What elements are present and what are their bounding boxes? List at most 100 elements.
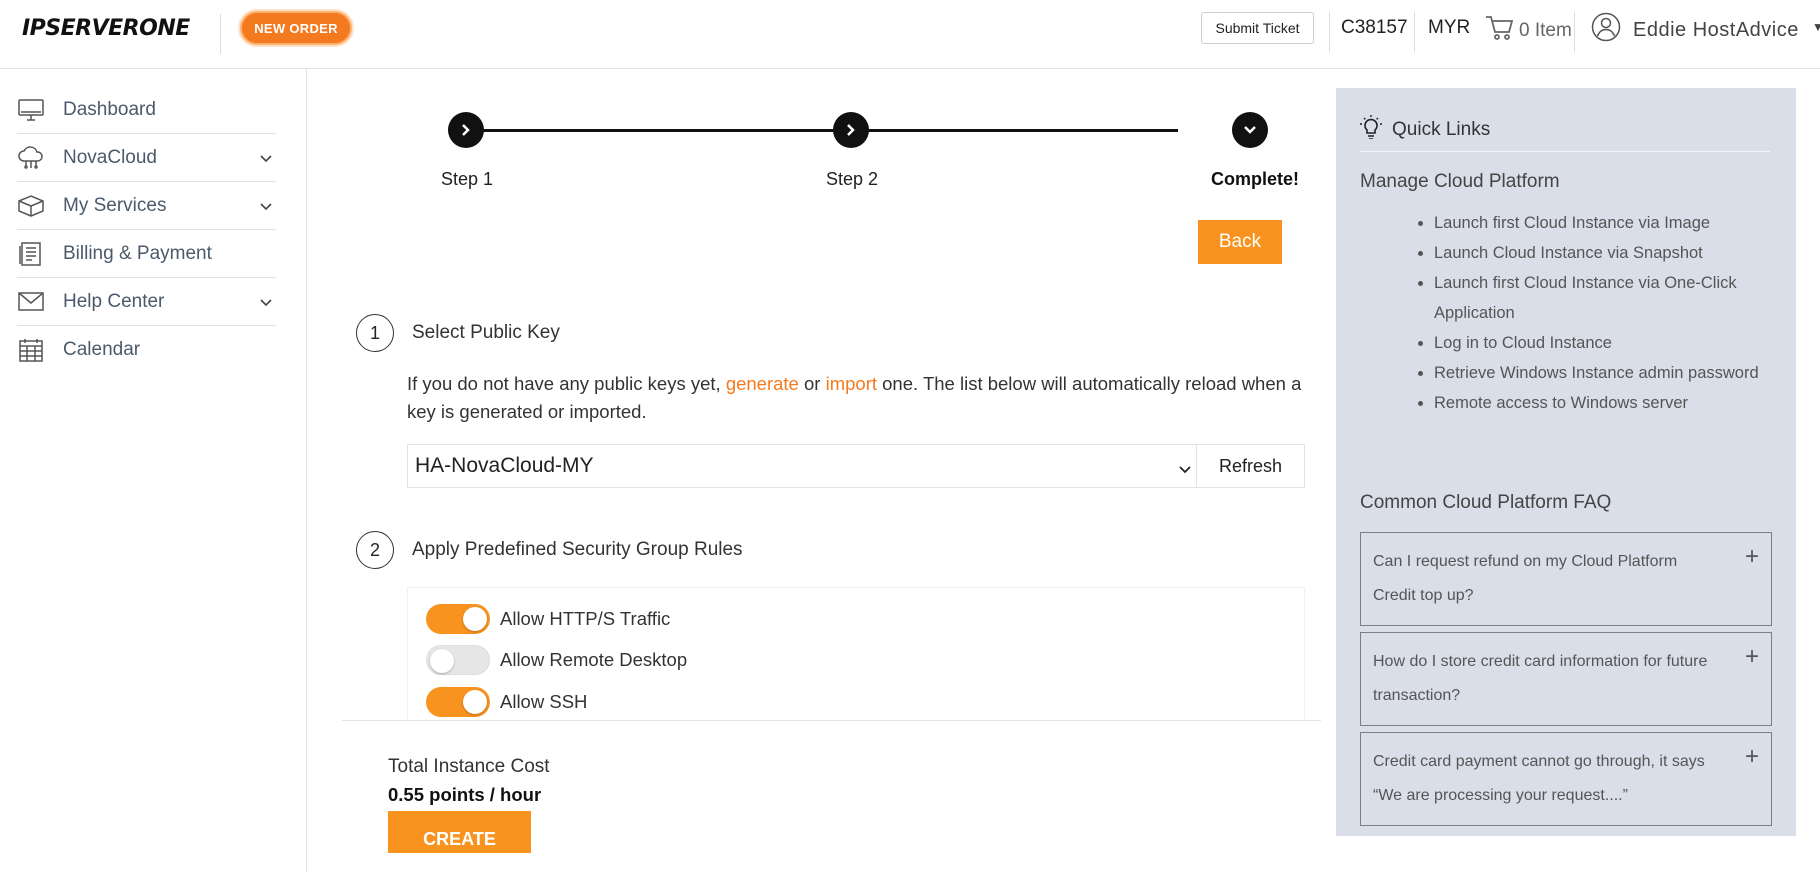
cloud-icon (17, 145, 45, 170)
quick-link-item[interactable]: Retrieve Windows Instance admin password (1434, 358, 1764, 388)
submit-ticket-button[interactable]: Submit Ticket (1201, 12, 1314, 44)
quick-link-item[interactable]: Launch Cloud Instance via Snapshot (1434, 238, 1764, 268)
rule-label: Allow Remote Desktop (500, 649, 688, 670)
chevron-right-icon (462, 124, 470, 136)
manage-cloud-heading: Manage Cloud Platform (1360, 171, 1560, 192)
step-2-label: Step 2 (826, 169, 879, 189)
sidebar-item-calendar[interactable]: Calendar (17, 326, 276, 374)
import-link[interactable]: import (826, 373, 877, 394)
quick-links-header: Quick Links (1360, 108, 1770, 152)
sidebar-item-help-center[interactable]: Help Center (17, 278, 276, 326)
cart-count: 0 Item (1519, 20, 1572, 41)
section-title: Apply Predefined Security Group Rules (412, 539, 743, 560)
section-number: 2 (356, 531, 394, 569)
rule-label: Allow SSH (500, 691, 588, 712)
plus-icon[interactable]: + (1745, 645, 1759, 669)
header-divider (1574, 12, 1575, 52)
chevron-down-icon[interactable] (260, 198, 272, 216)
top-bar: IPSERVERONE NEW ORDER Submit Ticket C381… (0, 0, 1820, 69)
lightbulb-icon (1360, 114, 1382, 145)
header-divider (1414, 12, 1415, 52)
faq-item[interactable]: Credit card payment cannot go through, i… (1360, 732, 1772, 826)
section-number: 1 (356, 314, 394, 352)
security-rules-list: Allow HTTP/S Traffic Allow Remote Deskto… (407, 587, 1305, 722)
plus-icon[interactable]: + (1745, 545, 1759, 569)
public-key-select[interactable]: HA-NovaCloud-MY (407, 444, 1199, 488)
cart-icon (1485, 14, 1515, 48)
account-id[interactable]: C38157 (1341, 17, 1408, 39)
sidebar: Dashboard NovaCloud My Services Billing … (0, 69, 307, 872)
faq-item[interactable]: Can I request refund on my Cloud Platfor… (1360, 532, 1772, 626)
http-toggle[interactable] (426, 604, 490, 634)
section-title: Select Public Key (412, 322, 560, 343)
user-avatar-icon (1591, 12, 1621, 48)
sidebar-item-label: NovaCloud (63, 146, 157, 168)
quick-link-item[interactable]: Launch first Cloud Instance via One-Clic… (1434, 268, 1764, 328)
sidebar-item-novacloud[interactable]: NovaCloud (17, 134, 276, 182)
envelope-icon (17, 290, 45, 314)
create-button[interactable]: CREATE (388, 811, 531, 853)
quick-links-panel: Quick Links Manage Cloud Platform Launch… (1336, 88, 1796, 836)
faq-item[interactable]: How do I store credit card information f… (1360, 632, 1772, 726)
faq-question: Can I request refund on my Cloud Platfor… (1373, 553, 1678, 604)
generate-link[interactable]: generate (726, 373, 799, 394)
currency-selector[interactable]: MYR (1428, 17, 1470, 39)
faq-heading: Common Cloud Platform FAQ (1360, 492, 1612, 513)
quick-links-title: Quick Links (1392, 118, 1491, 140)
new-order-button[interactable]: NEW ORDER (240, 11, 352, 45)
box-icon (17, 194, 45, 218)
step-1-indicator (448, 112, 484, 148)
quick-links-list: Launch first Cloud Instance via Image La… (1434, 208, 1764, 418)
public-key-instructions: If you do not have any public keys yet, … (407, 370, 1317, 426)
cart-link[interactable]: 0 Item (1485, 14, 1572, 48)
step-1-label: Step 1 (441, 169, 494, 189)
sidebar-item-label: Dashboard (63, 98, 156, 120)
sidebar-item-label: Billing & Payment (63, 242, 212, 264)
remote-desktop-toggle[interactable] (426, 645, 490, 675)
chevron-down-icon (1178, 458, 1192, 482)
faq-question: Credit card payment cannot go through, i… (1373, 753, 1705, 804)
sidebar-item-billing[interactable]: Billing & Payment (17, 230, 276, 278)
chevron-down-icon[interactable] (260, 150, 272, 168)
chevron-right-icon (847, 124, 855, 136)
sidebar-item-my-services[interactable]: My Services (17, 182, 276, 230)
total-cost-label: Total Instance Cost (388, 756, 550, 777)
refresh-button[interactable]: Refresh (1196, 444, 1305, 488)
rule-http: Allow HTTP/S Traffic (426, 604, 670, 634)
chevron-down-icon[interactable] (260, 294, 272, 312)
plus-icon[interactable]: + (1745, 745, 1759, 769)
receipt-icon (17, 241, 45, 266)
user-name: Eddie HostAdvice (1633, 18, 1799, 41)
sidebar-item-label: Calendar (63, 339, 141, 360)
brand-logo[interactable]: IPSERVERONE (22, 16, 190, 41)
sidebar-item-label: My Services (63, 194, 167, 216)
sidebar-item-label: Help Center (63, 290, 165, 312)
logo-divider (220, 14, 221, 54)
instruction-text: If you do not have any public keys yet, (407, 373, 726, 394)
quick-link-item[interactable]: Launch first Cloud Instance via Image (1434, 208, 1764, 238)
chevron-down-icon (1244, 126, 1256, 134)
rule-label: Allow HTTP/S Traffic (500, 608, 671, 629)
rule-remote-desktop: Allow Remote Desktop (426, 645, 687, 675)
total-cost-value: 0.55 points / hour (388, 784, 542, 805)
header-divider (1329, 12, 1330, 52)
stepper-line (465, 129, 1178, 132)
monitor-icon (17, 98, 45, 122)
calendar-icon (17, 338, 45, 362)
main-content: Step 1 Step 2 Complete! Back 1 Select Pu… (308, 69, 1321, 872)
step-complete-label: Complete! (1211, 169, 1300, 189)
step-2-indicator (833, 112, 869, 148)
instruction-text: or (798, 373, 826, 394)
sidebar-item-dashboard[interactable]: Dashboard (17, 86, 276, 134)
user-menu[interactable]: Eddie HostAdvice (1591, 12, 1799, 48)
cost-footer: Total Instance Cost 0.55 points / hour C… (342, 720, 1321, 872)
quick-link-item[interactable]: Remote access to Windows server (1434, 388, 1764, 418)
faq-question: How do I store credit card information f… (1373, 653, 1708, 704)
caret-down-icon[interactable]: ▼ (1812, 20, 1820, 34)
selected-key-value: HA-NovaCloud-MY (415, 454, 594, 477)
quick-link-item[interactable]: Log in to Cloud Instance (1434, 328, 1764, 358)
ssh-toggle[interactable] (426, 687, 490, 717)
step-complete-indicator (1232, 112, 1268, 148)
back-button[interactable]: Back (1198, 220, 1282, 264)
rule-ssh: Allow SSH (426, 687, 587, 717)
